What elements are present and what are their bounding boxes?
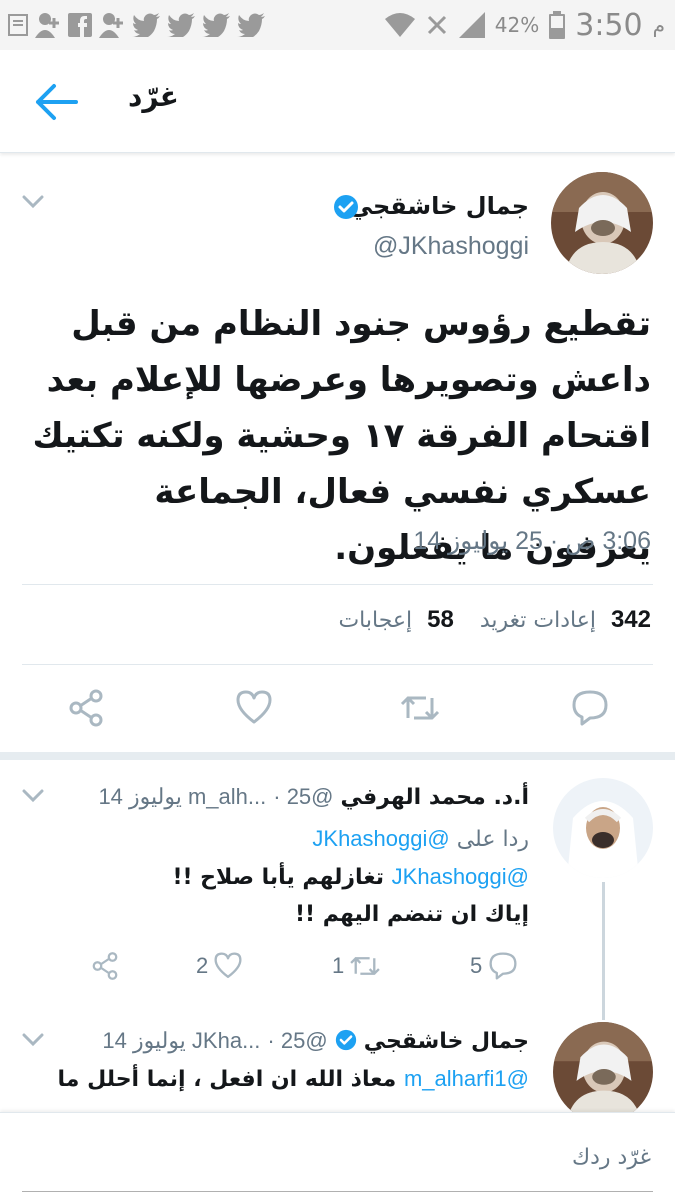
verified-badge-icon (335, 1029, 356, 1051)
likes-label: إعجابات (338, 608, 413, 633)
reply-retweets-count: 1 (332, 953, 345, 978)
reply-like[interactable]: 2 (196, 946, 244, 986)
reply-to-label: ردا على (456, 827, 529, 852)
reply-composer[interactable]: غرّد ردك (0, 1112, 675, 1200)
section-separator (0, 752, 675, 760)
page-title: غرّد (128, 80, 179, 113)
likes-stat[interactable]: 58 إعجابات (338, 606, 453, 634)
reply-reply[interactable]: 5 (470, 946, 520, 986)
avatar[interactable] (553, 778, 653, 878)
retweet-icon[interactable] (400, 686, 440, 730)
reply-text: معاذ الله ان افعل ، إنما أحلل ما (57, 1067, 397, 1092)
battery-icon (549, 11, 566, 39)
avatar[interactable] (553, 1022, 653, 1122)
wifi-icon (384, 13, 415, 37)
notification-icon (8, 14, 28, 36)
add-user-icon (35, 13, 59, 38)
heart-icon (214, 952, 242, 978)
status-bar-right: م 3:50 42% (384, 0, 665, 50)
reply-bubble-icon[interactable] (570, 686, 610, 730)
reply-author-handle[interactable]: @m_alh... (188, 784, 334, 809)
reply-text-line-1: @m_alharfi1 معاذ الله ان افعل ، إنما أحل… (58, 1066, 529, 1092)
reply-header: أ.د. محمد الهرفي @m_alh... · 25 يوليوز 1… (98, 784, 529, 810)
facebook-icon (68, 13, 92, 37)
reply-text-line-2: إياك ان تنضم اليهم !! (295, 902, 529, 927)
author-handle[interactable]: @JKhashoggi (373, 232, 529, 261)
no-data-icon (427, 15, 446, 35)
likes-count: 58 (427, 606, 454, 633)
battery-percent: 42% (494, 13, 540, 37)
twitter-bird-icon (132, 13, 160, 37)
reply-text: تغازلهم يأبا صلاح !! (172, 865, 384, 890)
tweet-actions (0, 686, 675, 736)
status-bar-left (8, 0, 265, 50)
twitter-bird-icon (167, 13, 195, 37)
app-header: غرّد (0, 50, 675, 153)
reply-header: جمال خاشقجي @JKha... · 25 يوليوز 14 (102, 1028, 529, 1054)
reply-author-handle[interactable]: @JKha... (192, 1028, 328, 1053)
reply-retweet[interactable]: 1 (332, 946, 382, 986)
reply-author-name[interactable]: أ.د. محمد الهرفي (341, 785, 529, 810)
add-user-icon (99, 13, 123, 38)
reply-input[interactable]: غرّد ردك (572, 1145, 651, 1170)
reply-text-line-1: @JKhashoggi تغازلهم يأبا صلاح !! (172, 864, 529, 890)
share-icon (92, 952, 118, 980)
status-bar: م 3:50 42% (0, 0, 675, 50)
chevron-down-icon[interactable] (22, 788, 44, 804)
tweet-timestamp: 3:06 ص · 25 يوليوز 14 (413, 527, 651, 555)
verified-badge-icon (334, 195, 358, 219)
retweets-count: 342 (610, 606, 651, 633)
chevron-down-icon[interactable] (22, 1032, 44, 1048)
share-icon[interactable] (66, 686, 106, 730)
author-avatar-image (551, 172, 653, 274)
reply-to-line: ردا على @JKhashoggi (312, 826, 529, 852)
reply-replies-count: 5 (470, 953, 483, 978)
divider (22, 584, 653, 585)
reply-author-name[interactable]: جمال خاشقجي (364, 1029, 529, 1054)
arrow-left-icon[interactable] (34, 82, 78, 122)
reply-mention[interactable]: @m_alharfi1 (404, 1066, 529, 1091)
thread-connector (602, 882, 605, 1020)
tweet-stats: 342 إعادات تغريد 58 إعجابات (338, 606, 651, 634)
status-time: 3:50 (575, 7, 643, 43)
reply-avatar-image (553, 1022, 653, 1122)
reply-to-handle[interactable]: @JKhashoggi (312, 826, 449, 851)
reply-avatar-image (553, 778, 653, 878)
avatar[interactable] (551, 172, 653, 274)
divider (22, 664, 653, 665)
chevron-down-icon[interactable] (22, 194, 44, 210)
reply-likes-count: 2 (196, 953, 209, 978)
author-name[interactable]: جمال خاشقجي (349, 192, 529, 220)
reply-mention[interactable]: @JKhashoggi (392, 864, 529, 889)
retweets-label: إعادات تغريد (479, 608, 596, 633)
heart-icon[interactable] (234, 686, 274, 730)
signal-icon (458, 12, 485, 38)
twitter-bird-icon (237, 13, 265, 37)
composer-underline (22, 1191, 653, 1192)
status-ampm: م (652, 13, 665, 37)
twitter-bird-icon (202, 13, 230, 37)
retweets-stat[interactable]: 342 إعادات تغريد (480, 606, 651, 634)
reply-bubble-icon (489, 952, 517, 980)
retweet-icon (350, 957, 380, 975)
reply-share[interactable] (90, 946, 120, 986)
